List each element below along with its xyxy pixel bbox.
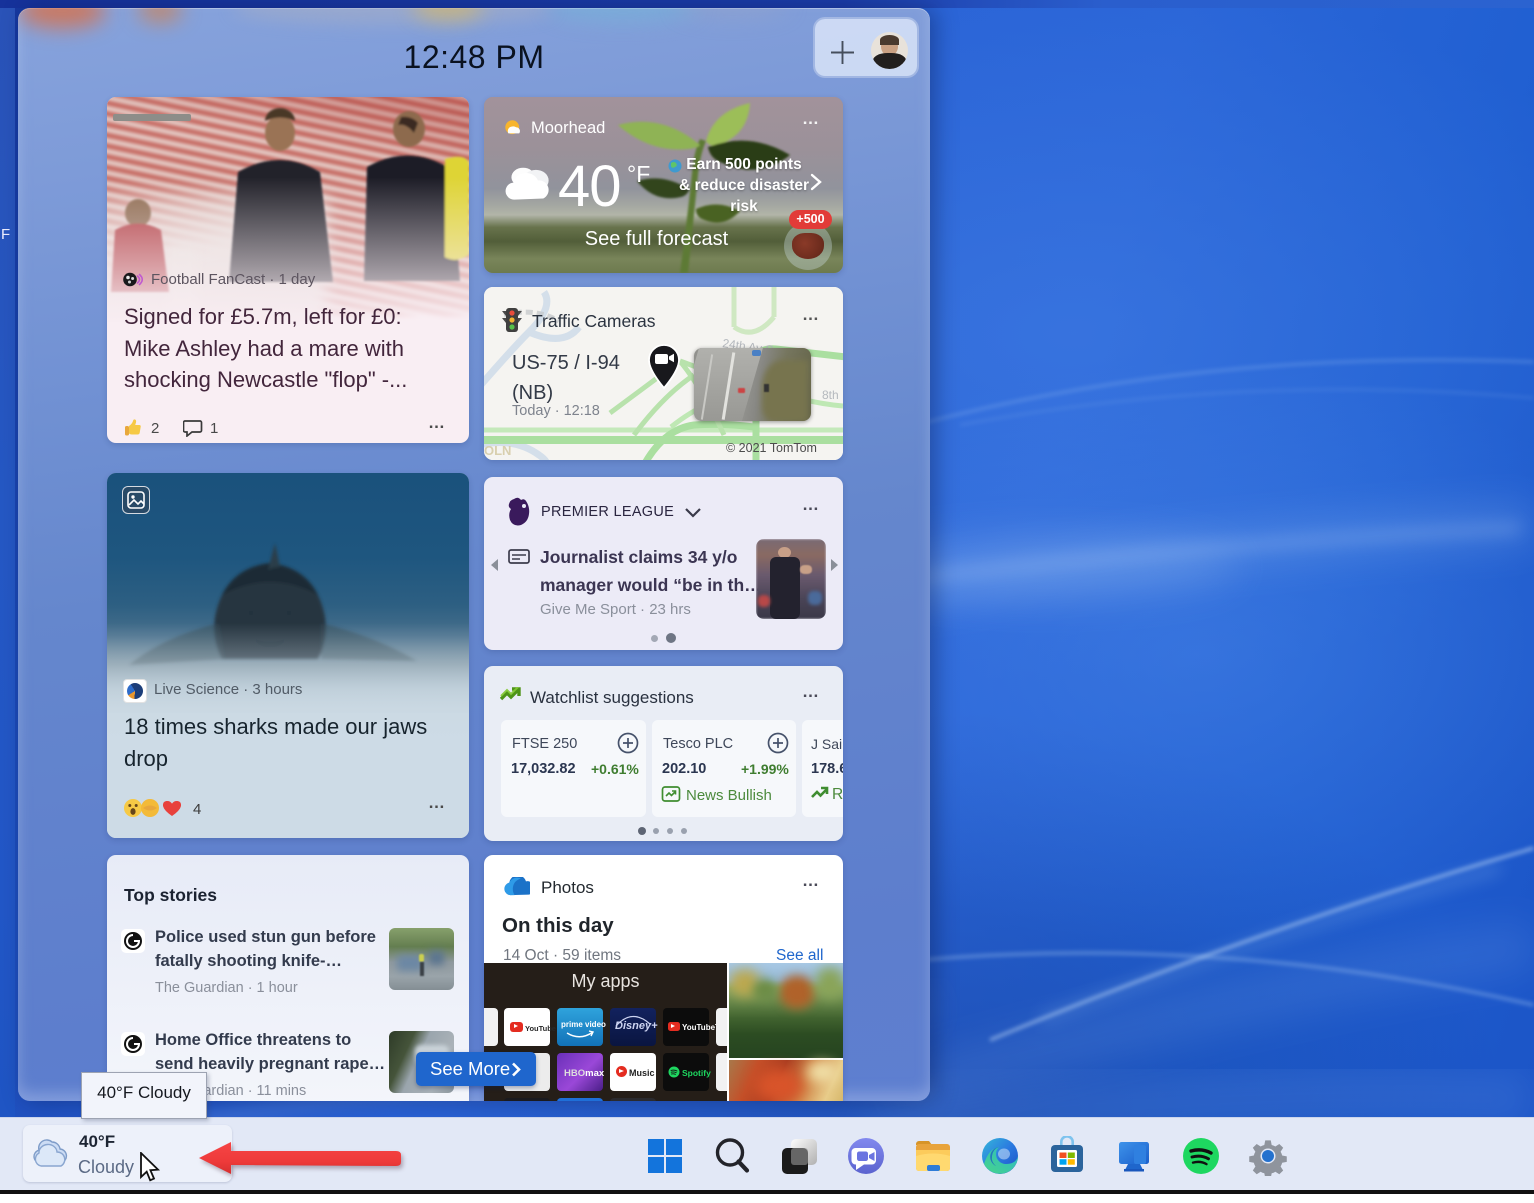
svg-text:8th: 8th [822, 388, 839, 402]
svg-text:OLN: OLN [484, 443, 511, 458]
